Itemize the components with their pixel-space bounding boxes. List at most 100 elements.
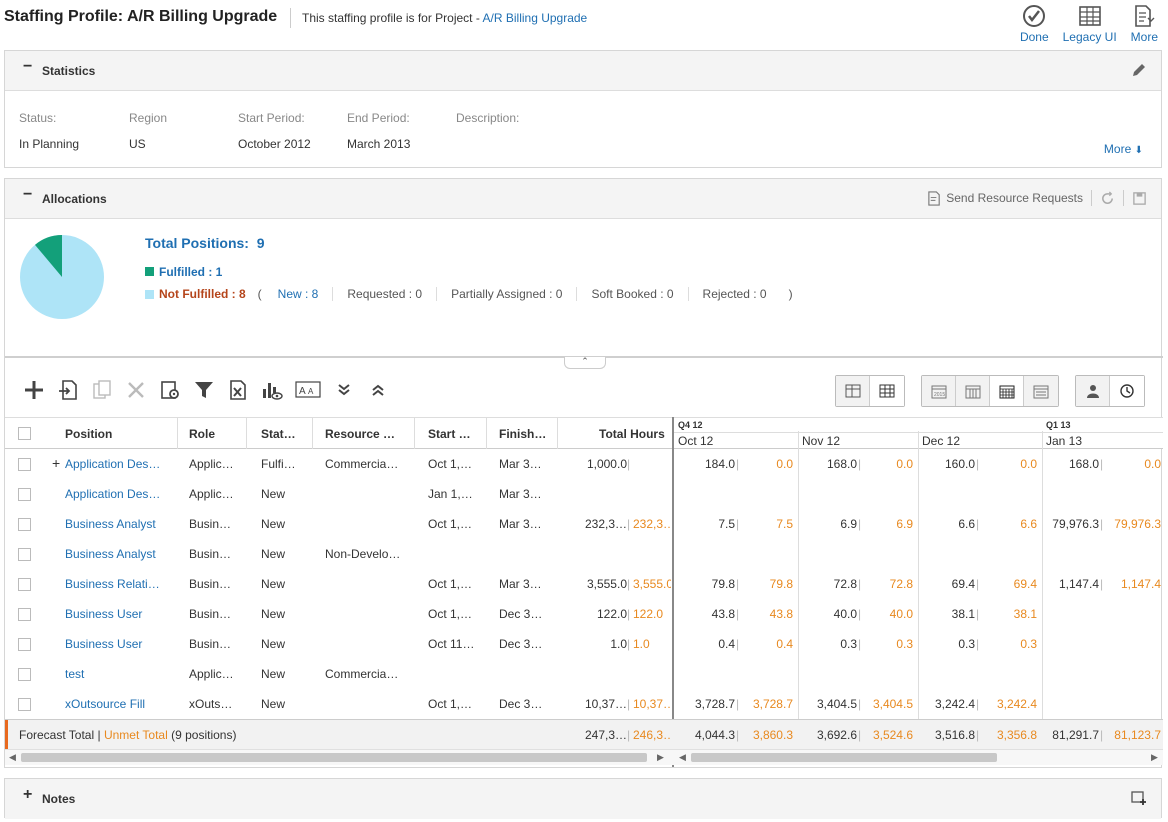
view-chart-button[interactable] xyxy=(259,377,285,403)
person-icon xyxy=(1086,385,1099,398)
position-link[interactable]: Application Des… xyxy=(65,457,173,471)
row-checkbox[interactable] xyxy=(18,578,31,591)
add-note-icon[interactable] xyxy=(1131,790,1147,806)
hours-view-button[interactable] xyxy=(1110,376,1144,406)
timeline-scroll-right-arrow[interactable]: ▶ xyxy=(1151,752,1158,763)
row-checkbox[interactable] xyxy=(18,488,31,501)
table-row[interactable]: Business Analyst Busin… New Non-Develo… xyxy=(5,539,1163,569)
period-view-group: 2015 xyxy=(921,375,1059,407)
positions-pie-chart xyxy=(19,234,105,323)
send-resource-requests-button[interactable]: Send Resource Requests xyxy=(927,190,1083,206)
close-paren: ) xyxy=(788,287,793,301)
table-view-button[interactable] xyxy=(870,376,904,406)
footer-month-total: 4,044.3 xyxy=(694,728,735,742)
delete-button[interactable] xyxy=(123,377,149,403)
collapse-all-button[interactable] xyxy=(365,377,391,403)
month-view-button[interactable] xyxy=(990,376,1024,406)
total-hours-cell: 3,555.0 xyxy=(586,577,627,591)
refresh-icon[interactable] xyxy=(1100,190,1115,206)
split-view-button[interactable] xyxy=(836,376,870,406)
quarter-view-button[interactable] xyxy=(956,376,990,406)
table-row[interactable]: Business Analyst Busin… New Oct 1,… Mar 3… 23… xyxy=(5,509,1163,539)
end-period-value: March 2013 xyxy=(347,137,411,151)
finish-cell: Mar 3… xyxy=(499,457,542,471)
month-hours-cell: 184.0 xyxy=(704,457,735,471)
table-row[interactable]: test Applic… New Commercia… xyxy=(5,659,1163,689)
done-button[interactable]: Done xyxy=(1020,4,1049,44)
position-link[interactable]: test xyxy=(65,667,173,681)
statistics-more-link[interactable]: More ⬇ xyxy=(1104,142,1143,156)
month-unmet-cell: 79.8 xyxy=(769,577,793,591)
save-icon[interactable] xyxy=(1132,191,1147,206)
table-row[interactable]: Application Des… Applic… New Jan 1,… Mar 3… xyxy=(5,479,1163,509)
layout-view-group xyxy=(835,375,905,407)
col-start[interactable]: Start … xyxy=(428,427,471,441)
column-settings-button[interactable] xyxy=(157,377,183,403)
allocations-panel: − Allocations Send Resource Requests Tot… xyxy=(4,178,1163,768)
row-checkbox[interactable] xyxy=(18,638,31,651)
status-cell: New xyxy=(261,667,286,681)
col-position[interactable]: Position xyxy=(65,427,112,441)
table-row[interactable]: + Application Des… Applic… Fulfi… Commercia…… xyxy=(5,449,1163,479)
row-checkbox[interactable] xyxy=(18,458,31,471)
month-unmet-cell: 3,728.7 xyxy=(752,697,793,711)
col-status[interactable]: Stat… xyxy=(261,427,296,441)
table-row[interactable]: Business User Busin… New Oct 1,… Dec 3… 122.0… xyxy=(5,599,1163,629)
expand-all-button[interactable] xyxy=(331,377,357,403)
page-subtitle: This staffing profile is for Project - A… xyxy=(302,11,587,25)
table-row[interactable]: xOutsource Fill xOuts… New Oct 1,… Dec 3… 10,… xyxy=(5,689,1163,719)
month-hours-cell: 40.0 xyxy=(833,607,857,621)
scroll-left-arrow[interactable]: ◀ xyxy=(9,752,16,763)
footer-month-unmet: 3,860.3 xyxy=(752,728,793,742)
scroll-right-arrow[interactable]: ▶ xyxy=(657,752,664,763)
bar-chart-eye-icon xyxy=(263,383,283,400)
collapse-summary-tab[interactable]: ⌃ xyxy=(564,357,606,369)
col-resource[interactable]: Resource … xyxy=(325,427,395,441)
start-cell: Oct 1,… xyxy=(428,517,473,531)
add-position-button[interactable] xyxy=(21,377,47,403)
copy-button[interactable] xyxy=(89,377,115,403)
week-view-button[interactable] xyxy=(1024,376,1058,406)
col-finish[interactable]: Finish… xyxy=(499,427,546,441)
more-button[interactable]: More xyxy=(1131,4,1158,44)
status-new-link[interactable]: New : 8 xyxy=(264,287,334,301)
select-all-checkbox[interactable] xyxy=(18,427,31,440)
position-link[interactable]: Business Relati… xyxy=(65,577,173,591)
timeline-scroll-thumb[interactable] xyxy=(691,753,997,762)
status-cell: New xyxy=(261,547,286,561)
calendar-month-icon xyxy=(999,385,1014,399)
row-checkbox[interactable] xyxy=(18,668,31,681)
position-link[interactable]: Business User xyxy=(65,607,173,621)
position-link[interactable]: Business Analyst xyxy=(65,547,173,561)
fte-view-button[interactable] xyxy=(1076,376,1110,406)
project-link[interactable]: A/R Billing Upgrade xyxy=(483,11,588,25)
text-size-button[interactable]: AA xyxy=(293,377,323,403)
pencil-icon[interactable] xyxy=(1131,62,1147,78)
status-partially-assigned: Partially Assigned : 0 xyxy=(437,287,578,301)
notes-expand-toggle[interactable]: + xyxy=(23,786,32,804)
finish-cell: Mar 3… xyxy=(499,577,542,591)
timeline-scroll-left-arrow[interactable]: ◀ xyxy=(679,752,686,763)
export-excel-button[interactable] xyxy=(225,377,251,403)
filter-button[interactable] xyxy=(191,377,217,403)
year-view-button[interactable]: 2015 xyxy=(922,376,956,406)
row-checkbox[interactable] xyxy=(18,548,31,561)
allocations-collapse-toggle[interactable]: − xyxy=(23,186,32,204)
footer-month-total: 3,516.8 xyxy=(934,728,975,742)
table-row[interactable]: Business User Busin… New Oct 11… Dec 3… 1.0 | 1… xyxy=(5,629,1163,659)
row-checkbox[interactable] xyxy=(18,698,31,711)
statistics-collapse-toggle[interactable]: − xyxy=(23,58,32,76)
left-scroll-thumb[interactable] xyxy=(21,753,647,762)
import-button[interactable] xyxy=(55,377,81,403)
position-link[interactable]: Business Analyst xyxy=(65,517,173,531)
legacy-ui-button[interactable]: Legacy UI xyxy=(1063,4,1117,44)
col-role[interactable]: Role xyxy=(189,427,215,441)
row-checkbox[interactable] xyxy=(18,608,31,621)
expand-toggle[interactable]: + xyxy=(52,455,60,471)
row-checkbox[interactable] xyxy=(18,518,31,531)
col-total-hours[interactable]: Total Hours xyxy=(599,427,665,441)
position-link[interactable]: Application Des… xyxy=(65,487,173,501)
table-row[interactable]: Business Relati… Busin… New Oct 1,… Mar 3… 3,… xyxy=(5,569,1163,599)
position-link[interactable]: xOutsource Fill xyxy=(65,697,173,711)
position-link[interactable]: Business User xyxy=(65,637,173,651)
